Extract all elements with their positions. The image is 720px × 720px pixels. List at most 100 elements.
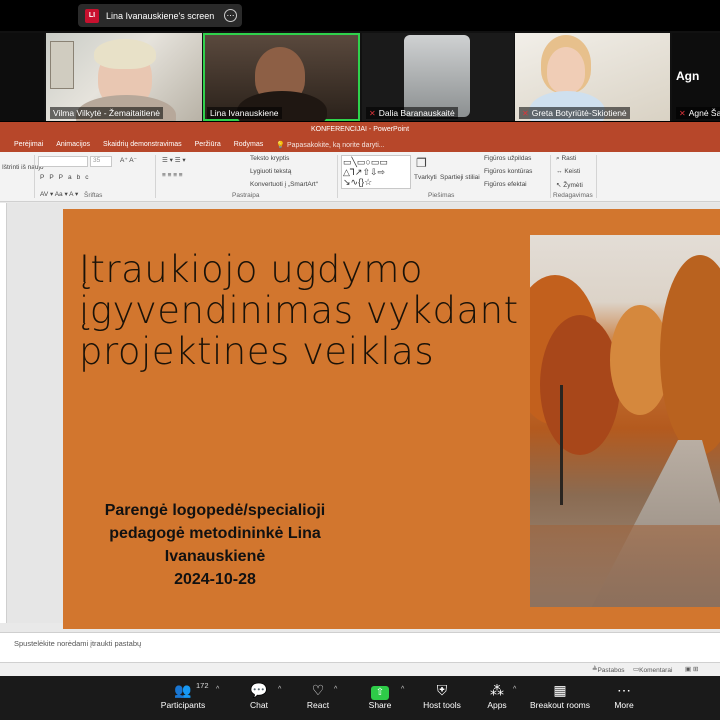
font-format-buttons[interactable]: PPPabc bbox=[40, 174, 94, 181]
chevron-up-icon[interactable]: ^ bbox=[278, 686, 281, 693]
grow-shrink-font-icon[interactable]: A⁺ A⁻ bbox=[120, 156, 137, 164]
share-screen-icon: ⇧ bbox=[371, 686, 389, 700]
notes-pane[interactable]: Spustelėkite norėdami įtraukti pastabų bbox=[0, 632, 720, 662]
ppt-ribbon-tabs: Perėjimai Animacijos Skaidrių demonstrav… bbox=[0, 137, 720, 152]
participant-tile-edge[interactable] bbox=[0, 33, 44, 121]
ribbon-separator bbox=[550, 155, 551, 198]
current-slide[interactable]: Įtraukiojo ugdymo įgyvendinimas vykdant … bbox=[63, 209, 720, 629]
chat-icon: 💬 bbox=[250, 682, 268, 698]
apps-icon: ⁂ bbox=[490, 682, 504, 698]
author-line: Parengė logopedė/specialioji bbox=[104, 502, 326, 519]
tree-foliage bbox=[540, 315, 620, 455]
font-name-box[interactable] bbox=[38, 156, 88, 167]
bullets-icon[interactable]: ☰ ▾ ☰ ▾ bbox=[162, 156, 186, 164]
quick-styles-button[interactable]: Spartieji stiliai bbox=[440, 174, 480, 181]
screen-share-banner[interactable]: LI Lina Ivanauskiene's screen ⋯ bbox=[78, 4, 242, 27]
group-label-drawing: Piešimas bbox=[428, 192, 455, 199]
group-label-font: Šriftas bbox=[84, 192, 103, 199]
leaf-ground bbox=[530, 525, 720, 607]
wall-map bbox=[50, 41, 74, 89]
tab-review[interactable]: Peržiūra bbox=[195, 141, 221, 148]
select-button[interactable]: ↖ Žymėti bbox=[556, 181, 583, 189]
text-direction-button[interactable]: Teksto kryptis bbox=[250, 155, 289, 162]
tab-slideshow[interactable]: Skaidrių demonstravimas bbox=[103, 141, 182, 148]
participant-name: ✕ Greta Botyriūtė-Skiotienė bbox=[519, 107, 630, 119]
chevron-up-icon[interactable]: ^ bbox=[334, 686, 337, 693]
arrange-icon: ❐ bbox=[416, 156, 427, 170]
char-spacing-icon[interactable]: AV ▾ Aa ▾ A ▾ bbox=[40, 190, 78, 198]
chat-button[interactable]: 💬 Chat bbox=[242, 681, 276, 710]
chevron-up-icon[interactable]: ^ bbox=[513, 686, 516, 693]
group-label-paragraph: Pastraipa bbox=[232, 192, 260, 199]
participants-button[interactable]: 👥 172 Participants bbox=[158, 681, 209, 710]
apps-button[interactable]: ⁂ Apps bbox=[482, 681, 512, 710]
participant-hair bbox=[94, 39, 156, 69]
ribbon-separator bbox=[155, 155, 156, 198]
more-button[interactable]: ⋯ More bbox=[608, 681, 640, 710]
participant-tile[interactable]: ✕ Dalia Baranauskaitė bbox=[362, 33, 514, 121]
slide-editing-area: Įtraukiojo ugdymo įgyvendinimas vykdant … bbox=[0, 203, 720, 629]
slide-author-block[interactable]: Parengė logopedė/specialioji pedagogė me… bbox=[85, 499, 345, 591]
meeting-toolbar: 👥 172 Participants ^ 💬 Chat ^ ♡ React ^ … bbox=[0, 676, 720, 720]
heart-icon: ♡ bbox=[311, 682, 325, 698]
participant-tile[interactable]: Agn ✕ Agnė Ša bbox=[672, 33, 720, 121]
tree-foliage bbox=[660, 255, 720, 455]
zoom-meeting-window: LI Lina Ivanauskiene's screen ⋯ Vilma Vi… bbox=[0, 0, 720, 720]
react-button[interactable]: ♡ React bbox=[300, 681, 336, 710]
share-button[interactable]: ⇧ Share bbox=[362, 681, 398, 710]
muted-mic-icon: ✕ bbox=[522, 109, 529, 118]
slide-title[interactable]: Įtraukiojo ugdymo įgyvendinimas vykdant … bbox=[79, 249, 519, 372]
muted-mic-icon: ✕ bbox=[369, 109, 376, 118]
more-icon: ⋯ bbox=[617, 682, 631, 698]
tell-me-search[interactable]: 💡 Papasakokite, ką norite daryti... bbox=[276, 141, 384, 149]
smartart-button[interactable]: Konvertuoti į „SmartArt“ bbox=[250, 181, 318, 188]
lamp-post bbox=[560, 385, 563, 505]
ppt-title-bar: KONFERENCIJAI - PowerPoint bbox=[0, 122, 720, 137]
participant-video bbox=[547, 47, 585, 93]
tab-animations[interactable]: Animacijos bbox=[56, 141, 90, 148]
view-buttons[interactable]: ▣ ⊞ bbox=[685, 665, 698, 673]
ribbon-home: Ištrinti iš naujo 35 A⁺ A⁻ PPPabc AV ▾ A… bbox=[0, 152, 720, 202]
align-text-button[interactable]: Lygiuoti tekstą bbox=[250, 168, 291, 175]
participant-tile[interactable]: ✕ Greta Botyriūtė-Skiotienė bbox=[515, 33, 670, 121]
tab-transitions[interactable]: Perėjimai bbox=[14, 141, 43, 148]
ppt-status-bar: ≜ Pastabos ▭ Komentarai ▣ ⊞ bbox=[0, 662, 720, 676]
sharer-initials: LI bbox=[85, 8, 99, 23]
autumn-park-photo[interactable] bbox=[530, 235, 720, 607]
tab-view[interactable]: Rodymas bbox=[234, 141, 264, 148]
arrange-button[interactable]: Tvarkyti bbox=[414, 174, 437, 181]
search-icon: ⌕ bbox=[556, 155, 560, 162]
powerpoint-window: KONFERENCIJAI - PowerPoint Perėjimai Ani… bbox=[0, 122, 720, 676]
chevron-up-icon[interactable]: ^ bbox=[401, 686, 404, 693]
participants-count: 172 bbox=[196, 681, 209, 690]
slide-thumbnail-pane[interactable] bbox=[0, 203, 7, 623]
chevron-up-icon[interactable]: ^ bbox=[216, 686, 219, 693]
shape-effects-button[interactable]: Figūros efektai bbox=[484, 181, 527, 188]
participant-name: Lina Ivanauskiene bbox=[207, 107, 282, 119]
ribbon-separator bbox=[34, 155, 35, 198]
ribbon-separator bbox=[596, 155, 597, 198]
host-tools-button[interactable]: ⛨ Host tools bbox=[420, 681, 464, 710]
participant-initials: Agn bbox=[676, 69, 700, 83]
find-button[interactable]: ⌕ Rasti bbox=[556, 155, 576, 163]
shape-outline-button[interactable]: Figūros kontūras bbox=[484, 168, 532, 175]
font-size-box[interactable]: 35 bbox=[90, 156, 112, 167]
align-icons[interactable]: ≡ ≡ ≡ ≡ bbox=[162, 172, 183, 179]
ribbon-separator bbox=[337, 155, 338, 198]
author-line: pedagogė metodininkė Lina bbox=[109, 525, 321, 542]
share-banner-text: Lina Ivanauskiene's screen bbox=[106, 10, 215, 21]
shape-fill-button[interactable]: Figūros užpildas bbox=[484, 155, 531, 162]
muted-mic-icon: ✕ bbox=[679, 109, 686, 118]
lightbulb-icon: 💡 bbox=[276, 141, 286, 149]
shapes-gallery[interactable]: ▭╲▭○▭▭ △⅂↗⇧⇩⇨ ↘∿{}☆ bbox=[341, 155, 411, 189]
participant-tile[interactable]: Vilma Vilkytė - Žemaitaitienė bbox=[46, 33, 202, 121]
replace-button[interactable]: ↔ Keisti bbox=[556, 168, 580, 175]
comments-toggle[interactable]: ▭ Komentarai bbox=[633, 665, 672, 674]
more-options-icon[interactable]: ⋯ bbox=[224, 9, 237, 22]
notes-toggle[interactable]: ≜ Pastabos bbox=[592, 665, 625, 674]
grid-icon: ▦ bbox=[553, 682, 567, 698]
participant-name: ✕ Agnė Ša bbox=[676, 107, 720, 119]
participant-strip: Vilma Vilkytė - Žemaitaitienė Lina Ivana… bbox=[0, 31, 720, 121]
breakout-rooms-button[interactable]: ▦ Breakout rooms bbox=[528, 681, 592, 710]
active-speaker-tile[interactable]: Lina Ivanauskiene bbox=[203, 33, 360, 121]
